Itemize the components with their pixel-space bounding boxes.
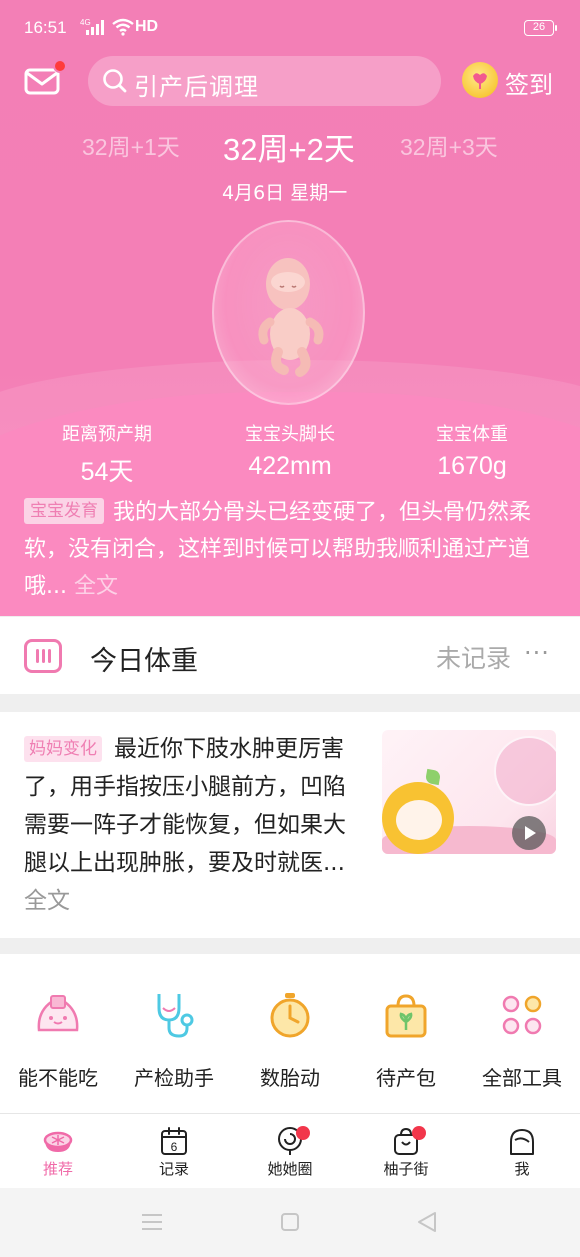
week-next[interactable]: 32周+3天 [400, 128, 498, 162]
back-icon[interactable] [416, 1211, 438, 1233]
nav-tab-me[interactable]: 我 [464, 1114, 580, 1188]
video-thumbnail[interactable] [382, 730, 556, 854]
tool-hospital-bag[interactable]: 待产包 [348, 954, 464, 1114]
stat-due-date: 距离预产期 54天 [12, 420, 202, 488]
food-icon [37, 995, 79, 1032]
search-bar[interactable]: 引产后调理 [88, 56, 441, 106]
baby-development-tag: 宝宝发育 [24, 498, 104, 524]
nav-tab-recommend[interactable]: 推荐 [0, 1114, 116, 1188]
hero-panel: 16:51 4G HD 26 引产后调理 签到 32周+1天 32周+2天 32… [0, 0, 580, 616]
bag-icon [385, 994, 427, 1038]
nav-label: 记录 [158, 1160, 189, 1178]
bottom-nav: 推荐 6 记录 她她圈 柚子街 我 [0, 1114, 580, 1188]
battery-icon: 26 [524, 20, 557, 36]
mom-change-tag: 妈妈变化 [24, 736, 102, 762]
mom-change-card[interactable]: 最近你下肢水肿更厉害了，用手指按压小腿前方，凹陷需要一阵子才能恢复，但如果大腿以… [0, 712, 580, 938]
mascot-face [396, 800, 442, 840]
signin-button[interactable]: 签到 [505, 65, 553, 100]
baby-illustration[interactable] [212, 220, 365, 405]
signin-coin-icon[interactable] [462, 62, 498, 98]
status-bar: 16:51 4G HD 26 [0, 0, 580, 56]
notification-dot [296, 1126, 310, 1140]
nav-tab-shop[interactable]: 柚子街 [348, 1114, 464, 1188]
week-prev[interactable]: 32周+1天 [82, 128, 180, 162]
play-icon[interactable] [512, 816, 546, 850]
tool-label: 产检助手 [134, 1066, 214, 1090]
read-more-link[interactable]: 全文 [74, 574, 118, 599]
tool-food-check[interactable]: 能不能吃 [0, 954, 116, 1114]
calendar-day: 6 [171, 1140, 178, 1154]
nav-label: 她她圈 [267, 1160, 313, 1178]
stat-baby-weight: 宝宝体重 1670g [377, 420, 567, 481]
tool-label: 能不能吃 [18, 1066, 98, 1090]
notification-dot [412, 1126, 426, 1140]
nav-label: 我 [514, 1160, 530, 1178]
stat-baby-length: 宝宝头脚长 422mm [195, 420, 385, 481]
stat-label: 宝宝头脚长 [245, 424, 335, 445]
more-options-icon[interactable]: ··· [524, 639, 550, 667]
tools-grid: 能不能吃 产检助手 数胎动 待产包 全部工具 [0, 954, 580, 1114]
current-date: 4月6日 星期一 [222, 182, 348, 204]
scale-icon [24, 639, 62, 673]
grid-icon [502, 995, 542, 1035]
nav-label: 推荐 [42, 1160, 73, 1178]
tool-prenatal-assistant[interactable]: 产检助手 [116, 954, 232, 1114]
weight-status[interactable]: 未记录 [436, 639, 511, 675]
week-current: 32周+2天 [223, 132, 355, 167]
nav-label: 柚子街 [383, 1160, 429, 1178]
profile-icon [510, 1129, 534, 1155]
tool-all-tools[interactable]: 全部工具 [464, 954, 580, 1114]
today-weight-row[interactable]: 今日体重 未记录 ··· [0, 617, 580, 694]
status-time: 16:51 [24, 18, 67, 37]
stat-label: 距离预产期 [62, 424, 152, 445]
stat-value: 54天 [80, 458, 134, 486]
tool-label: 待产包 [376, 1066, 436, 1090]
signal-icon [86, 19, 104, 35]
search-placeholder: 引产后调理 [134, 73, 259, 101]
stat-value: 422mm [248, 452, 332, 480]
system-nav-bar [0, 1188, 580, 1257]
timer-icon [270, 993, 310, 1038]
tool-kick-count[interactable]: 数胎动 [232, 954, 348, 1114]
stat-label: 宝宝体重 [436, 424, 508, 445]
grapefruit-icon [43, 1131, 73, 1152]
notification-dot [53, 59, 67, 73]
nav-tab-community[interactable]: 她她圈 [232, 1114, 348, 1188]
stat-value: 1670g [437, 452, 507, 480]
home-icon[interactable] [280, 1212, 300, 1232]
womb-illustration [494, 736, 556, 806]
menu-icon[interactable] [141, 1213, 163, 1231]
tool-label: 全部工具 [482, 1066, 562, 1090]
nav-tab-records[interactable]: 6 记录 [116, 1114, 232, 1188]
stethoscope-icon [157, 994, 194, 1038]
hd-indicator: HD [135, 18, 159, 35]
search-icon [102, 68, 128, 98]
calendar-icon: 6 [161, 1127, 187, 1155]
wifi-icon [112, 18, 134, 40]
tool-label: 数胎动 [260, 1066, 320, 1090]
read-more-link[interactable]: 全文 [24, 888, 70, 914]
weight-title: 今日体重 [90, 646, 198, 677]
